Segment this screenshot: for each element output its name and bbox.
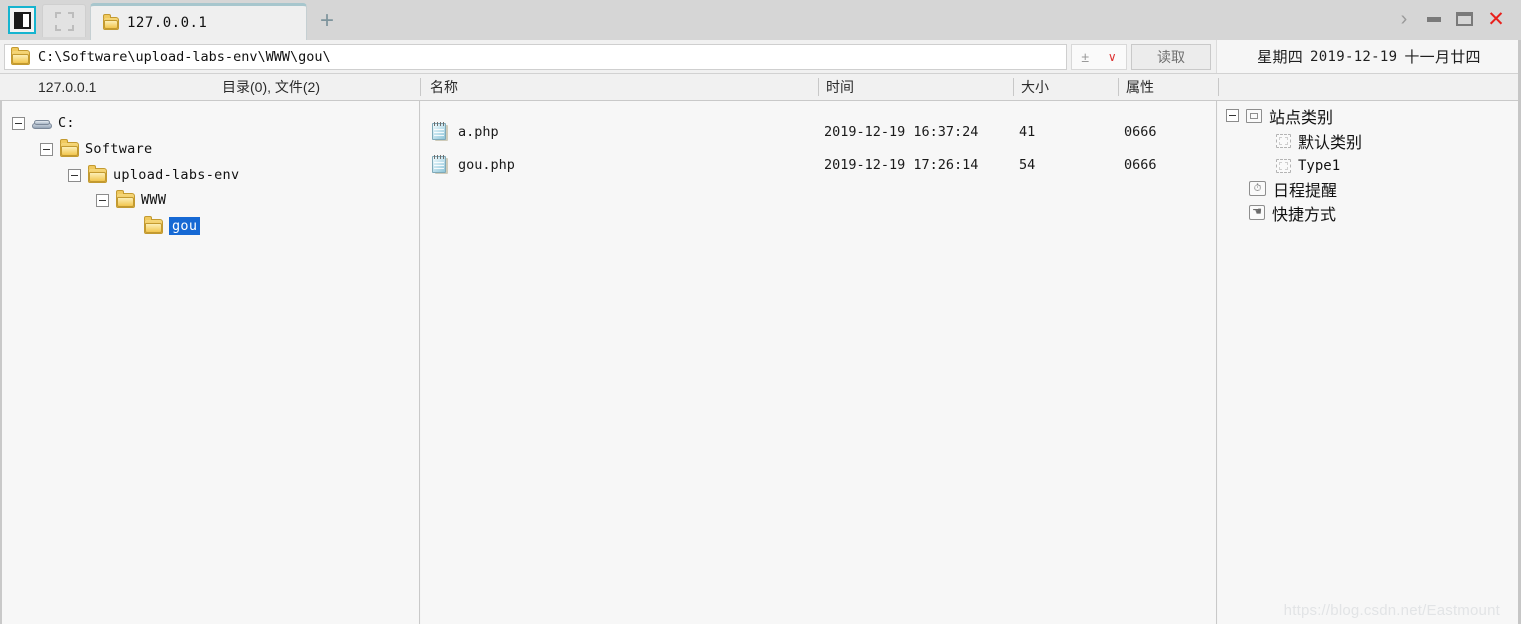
- tree-node-c-drive[interactable]: C:: [12, 111, 75, 135]
- tab-127-0-0-1[interactable]: 127.0.0.1: [90, 3, 307, 40]
- minimize-button[interactable]: [1421, 4, 1447, 34]
- header-name[interactable]: 名称: [430, 74, 458, 100]
- column-header-row: 127.0.0.1 目录(0), 文件(2) 名称 时间 大小 属性: [0, 74, 1521, 101]
- dashed-square-icon: [1276, 133, 1291, 148]
- site-node-type1[interactable]: Type1: [1276, 153, 1340, 178]
- file-size: 41: [1019, 123, 1036, 140]
- tab-bar: 127.0.0.1 + › ✕: [0, 0, 1521, 40]
- address-bar: C:\Software\upload-labs-env\WWW\gou\ ± ∨…: [0, 40, 1521, 74]
- file-time: 2019-12-19 16:37:24: [824, 123, 979, 140]
- header-counts: 目录(0), 文件(2): [222, 79, 320, 95]
- header-size[interactable]: 大小: [1021, 74, 1049, 100]
- site-node-label: Type1: [1298, 157, 1341, 174]
- hand-pointer-icon: ☚: [1249, 205, 1265, 220]
- site-node-label: 日程提醒: [1273, 182, 1338, 200]
- header-divider[interactable]: [818, 78, 819, 96]
- tree-node-label: C:: [58, 115, 75, 131]
- gregorian-date-label: 2019-12-19: [1310, 48, 1398, 65]
- path-value: C:\Software\upload-labs-env\WWW\gou\: [38, 49, 331, 65]
- window-left-edge: [0, 101, 2, 624]
- tree-node-label: Software: [85, 141, 153, 157]
- collapse-toggle-icon[interactable]: [96, 193, 109, 207]
- panel-layout-icon: [13, 11, 31, 29]
- file-list-panel: a.php 2019-12-19 16:37:24 41 0666 gou.ph…: [421, 101, 1217, 624]
- clock-icon: ⏱: [1249, 181, 1266, 196]
- ftp-client-window: 127.0.0.1 + › ✕ C:\Software\upload-labs-…: [0, 0, 1521, 624]
- text-file-icon: [432, 154, 449, 175]
- site-node-schedule-reminder[interactable]: ⏱ 日程提醒: [1249, 176, 1337, 201]
- maximize-button[interactable]: [1451, 4, 1477, 34]
- tree-node-label-selected: gou: [169, 217, 201, 235]
- path-dropdown-button[interactable]: ± ∨: [1071, 44, 1127, 70]
- site-node-label: 快捷方式: [1272, 206, 1337, 224]
- header-divider: [1218, 78, 1219, 96]
- header-divider[interactable]: [1013, 78, 1014, 96]
- lunar-date-label: 十一月廿四: [1404, 49, 1481, 66]
- header-divider: [420, 78, 421, 96]
- drive-icon: [32, 116, 52, 130]
- file-attr: 0666: [1124, 123, 1157, 140]
- folder-icon: [103, 13, 119, 30]
- tree-node-www[interactable]: WWW: [96, 188, 166, 212]
- collapse-toggle-icon[interactable]: [40, 142, 53, 156]
- site-node-default-category[interactable]: 默认类别: [1276, 128, 1362, 153]
- file-name-cell: a.php: [432, 121, 499, 142]
- date-display: 星期四 2019-12-19 十一月廿四: [1216, 40, 1521, 73]
- tree-node-gou[interactable]: gou: [124, 214, 201, 238]
- header-time[interactable]: 时间: [826, 74, 854, 100]
- file-name-cell: gou.php: [432, 154, 515, 175]
- placeholder-tab[interactable]: [42, 4, 86, 37]
- folder-icon: [116, 189, 135, 208]
- close-button[interactable]: ✕: [1483, 4, 1509, 34]
- watermark-text: https://blog.csdn.net/Eastmount: [1283, 602, 1500, 619]
- text-file-icon: [432, 121, 449, 142]
- folder-icon: [144, 215, 163, 234]
- weekday-label: 星期四: [1257, 49, 1304, 66]
- plus-minus-icon: ±: [1081, 49, 1090, 65]
- folder-icon: [60, 138, 79, 157]
- panel-toggle-button[interactable]: [8, 6, 36, 34]
- tree-node-label: upload-labs-env: [113, 167, 240, 183]
- tree-node-label: WWW: [141, 192, 167, 208]
- header-divider[interactable]: [1118, 78, 1119, 96]
- tab-label: 127.0.0.1: [127, 15, 208, 31]
- path-input[interactable]: C:\Software\upload-labs-env\WWW\gou\: [4, 44, 1067, 70]
- file-row-gou-php[interactable]: gou.php 2019-12-19 17:26:14 54 0666: [421, 148, 1216, 181]
- directory-tree-panel: C: Software upload-labs-env WWW gou: [0, 101, 420, 624]
- chevron-down-icon: ∨: [1107, 50, 1117, 64]
- site-node-categories[interactable]: 站点类别: [1226, 103, 1333, 128]
- collapse-toggle-icon[interactable]: [12, 116, 25, 130]
- header-host[interactable]: 127.0.0.1: [38, 74, 96, 100]
- maximize-icon: [1455, 12, 1473, 26]
- site-node-label: 站点类别: [1269, 109, 1334, 127]
- tree-node-software[interactable]: Software: [40, 137, 152, 161]
- site-node-shortcut[interactable]: ☚ 快捷方式: [1249, 200, 1336, 225]
- file-size: 54: [1019, 156, 1036, 173]
- collapse-toggle-icon[interactable]: [1226, 109, 1239, 122]
- file-time: 2019-12-19 17:26:14: [824, 156, 979, 173]
- dashed-square-icon: [1276, 158, 1291, 173]
- file-name: a.php: [458, 123, 499, 140]
- more-options-icon[interactable]: ›: [1391, 4, 1417, 34]
- file-name: gou.php: [458, 156, 515, 173]
- collapse-toggle-icon[interactable]: [68, 168, 81, 182]
- folder-icon: [88, 164, 107, 183]
- header-attr[interactable]: 属性: [1126, 74, 1154, 100]
- dashed-square-icon: [54, 11, 74, 31]
- tree-node-upload-labs-env[interactable]: upload-labs-env: [68, 163, 239, 187]
- new-tab-button[interactable]: +: [309, 4, 345, 38]
- minimize-icon: [1427, 16, 1441, 22]
- site-node-label: 默认类别: [1298, 134, 1363, 152]
- site-category-icon: [1246, 108, 1262, 123]
- folder-icon: [11, 46, 30, 65]
- read-button[interactable]: 读取: [1131, 44, 1211, 70]
- file-attr: 0666: [1124, 156, 1157, 173]
- site-category-panel: 站点类别 默认类别 Type1 ⏱ 日程提醒 ☚ 快捷方式 https://bl…: [1218, 101, 1521, 624]
- file-row-a-php[interactable]: a.php 2019-12-19 16:37:24 41 0666: [421, 115, 1216, 148]
